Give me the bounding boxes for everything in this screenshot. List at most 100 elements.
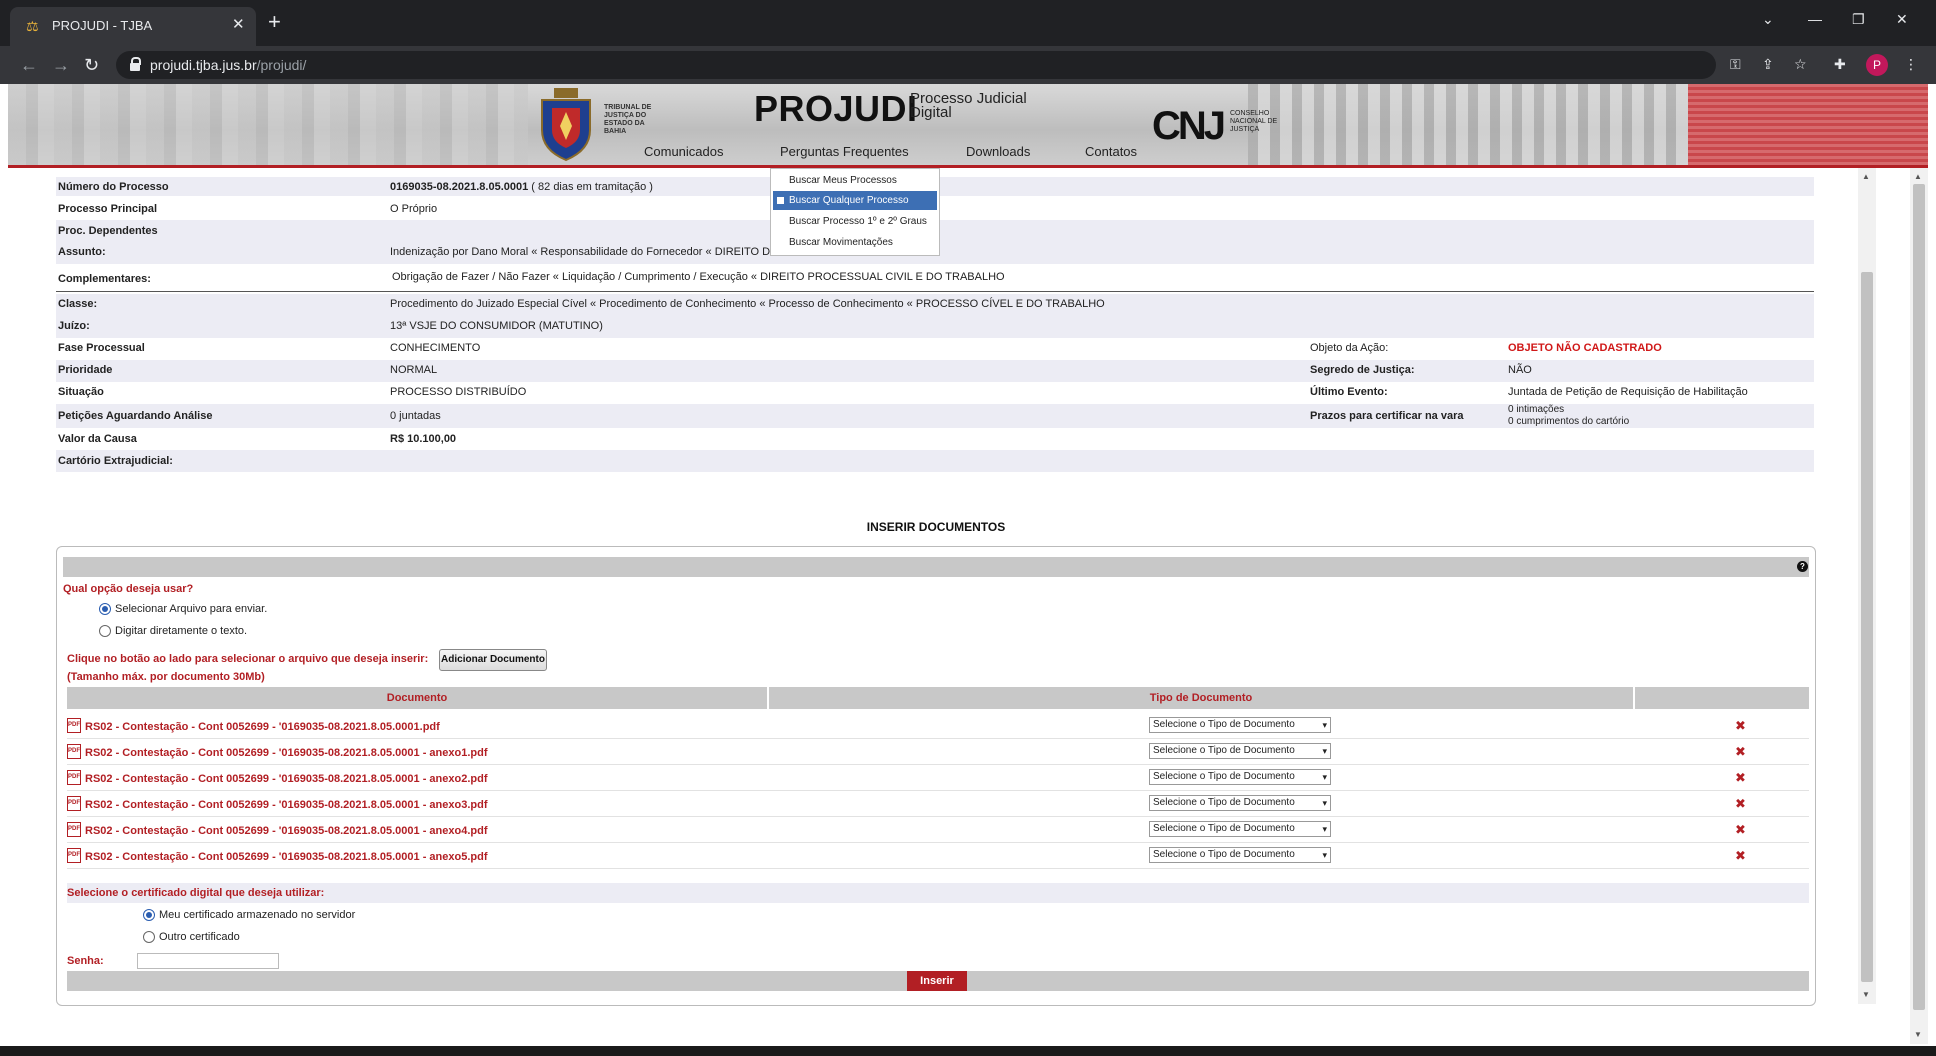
cnj-text: CONSELHO NACIONAL DE JUSTIÇA (1230, 110, 1278, 133)
document-name[interactable]: RS02 - Contestação - Cont 0052699 - '016… (85, 747, 487, 759)
radio-type-text-label: Digitar diretamente o texto. (115, 625, 248, 637)
dropdown-item-buscar-movimentacoes[interactable]: Buscar Movimentações (771, 233, 939, 252)
back-icon[interactable]: ← (20, 55, 38, 75)
browser-tab[interactable]: ⚖ PROJUDI - TJBA ✕ (10, 7, 256, 46)
key-icon[interactable]: ⚿ (1730, 55, 1741, 73)
document-name[interactable]: RS02 - Contestação - Cont 0052699 - '016… (85, 721, 440, 733)
forward-icon[interactable]: → (52, 55, 70, 75)
document-name[interactable]: RS02 - Contestação - Cont 0052699 - '016… (85, 825, 487, 837)
radio-select-file[interactable] (99, 603, 111, 615)
cnj-logo: CNJ (1152, 104, 1226, 148)
row-label: Situação (58, 386, 104, 398)
delete-icon[interactable]: ✖ (1735, 796, 1746, 812)
row-label: Processo Principal (58, 203, 158, 215)
radio-type-text[interactable] (99, 625, 111, 637)
row-value: R$ 10.100,00 (390, 433, 457, 445)
document-name[interactable]: RS02 - Contestação - Cont 0052699 - '016… (85, 851, 487, 863)
document-type-select[interactable]: Selecione o Tipo de Documento ▾ (1149, 821, 1331, 837)
row-value: 0 cumprimentos do cartório (1508, 416, 1630, 427)
omnibox[interactable]: projudi.tjba.jus.br/projudi/ (116, 51, 1716, 79)
close-tab-icon[interactable]: ✕ (232, 16, 245, 34)
insert-button[interactable]: Inserir (907, 971, 967, 991)
dropdown-item-buscar-meus-processos[interactable]: Buscar Meus Processos (771, 171, 939, 190)
kebab-menu-icon[interactable]: ⋮ (1904, 55, 1918, 73)
document-row: PDF RS02 - Contestação - Cont 0052699 - … (67, 765, 1809, 791)
extensions-icon[interactable]: ✚ (1834, 55, 1846, 73)
pdf-file-icon: PDF (67, 718, 81, 733)
inner-scrollbar[interactable]: ▲ ▼ (1858, 168, 1876, 1004)
document-type-select[interactable]: Selecione o Tipo de Documento ▾ (1149, 847, 1331, 863)
row-label: Valor da Causa (58, 433, 137, 445)
delete-icon[interactable]: ✖ (1735, 822, 1746, 838)
process-row: Juízo: 13ª VSJE DO CONSUMIDOR (MATUTINO) (56, 316, 1814, 338)
document-row: PDF RS02 - Contestação - Cont 0052699 - … (67, 817, 1809, 843)
scroll-up-icon[interactable]: ▲ (1914, 172, 1922, 181)
radio-cert-other-label: Outro certificado (159, 931, 240, 943)
dropdown-item-buscar-qualquer-processo[interactable]: Buscar Qualquer Processo (773, 191, 937, 210)
share-icon[interactable]: ⇪ (1762, 55, 1774, 73)
chevron-down-icon: ▾ (1322, 798, 1327, 808)
menu-perguntas-frequentes[interactable]: Perguntas Frequentes (780, 144, 909, 159)
document-row: PDF RS02 - Contestação - Cont 0052699 - … (67, 843, 1809, 869)
reload-icon[interactable]: ↻ (84, 55, 99, 75)
profile-avatar[interactable]: P (1866, 54, 1888, 76)
row-value: O Próprio (390, 203, 438, 215)
add-document-button[interactable]: Adicionar Documento (439, 649, 547, 671)
process-row: Fase Processual CONHECIMENTO Objeto da A… (56, 338, 1814, 360)
header-red-stripes (1688, 84, 1928, 168)
menu-downloads[interactable]: Downloads (966, 144, 1030, 159)
delete-icon[interactable]: ✖ (1735, 718, 1746, 734)
restore-icon[interactable]: ❐ (1852, 10, 1865, 28)
url-text: projudi.tjba.jus.br/projudi/ (150, 57, 307, 73)
row-label: Prioridade (58, 364, 113, 376)
dropdown-item-buscar-processo-graus[interactable]: Buscar Processo 1º e 2º Graus (771, 212, 939, 231)
new-tab-icon[interactable]: + (268, 10, 281, 34)
perguntas-frequentes-dropdown: Buscar Meus Processos Buscar Qualquer Pr… (770, 168, 940, 256)
row-label: Proc. Dependentes (58, 225, 158, 237)
pdf-file-icon: PDF (67, 770, 81, 785)
radio-cert-server[interactable] (143, 909, 155, 921)
radio-select-file-label: Selecionar Arquivo para enviar. (115, 603, 268, 615)
row-value: CONHECIMENTO (390, 342, 481, 354)
row-label: Último Evento: (1310, 386, 1388, 398)
process-number: 0169035-08.2021.8.05.0001 ( 82 dias em t… (390, 181, 653, 193)
menu-comunicados[interactable]: Comunicados (644, 144, 724, 159)
scroll-up-icon[interactable]: ▲ (1862, 172, 1870, 181)
scroll-down-icon[interactable]: ▼ (1914, 1030, 1922, 1039)
row-label: Cartório Extrajudicial: (58, 455, 173, 467)
row-label: Número do Processo (58, 181, 169, 193)
delete-icon[interactable]: ✖ (1735, 848, 1746, 864)
close-window-icon[interactable]: ✕ (1896, 10, 1908, 28)
delete-icon[interactable]: ✖ (1735, 770, 1746, 786)
certificate-question: Selecione o certificado digital que dese… (67, 887, 325, 899)
section-title: INSERIR DOCUMENTOS (866, 520, 1006, 534)
delete-icon[interactable]: ✖ (1735, 744, 1746, 760)
document-type-select[interactable]: Selecione o Tipo de Documento ▾ (1149, 743, 1331, 759)
star-icon[interactable]: ☆ (1794, 55, 1807, 73)
row-label: Juízo: (58, 320, 90, 332)
row-value: NÃO (1508, 364, 1532, 376)
help-icon[interactable]: ? (1797, 561, 1808, 572)
radio-cert-other[interactable] (143, 931, 155, 943)
row-label: Segredo de Justiça: (1310, 364, 1415, 376)
process-row: Petições Aguardando Análise 0 juntadas P… (56, 404, 1814, 428)
document-name[interactable]: RS02 - Contestação - Cont 0052699 - '016… (85, 799, 487, 811)
document-type-select[interactable]: Selecione o Tipo de Documento ▾ (1149, 795, 1331, 811)
minimize-icon[interactable]: — (1808, 10, 1822, 28)
column-header-document-type: Tipo de Documento (769, 687, 1633, 709)
password-input[interactable] (137, 953, 279, 969)
document-type-select[interactable]: Selecione o Tipo de Documento ▾ (1149, 769, 1331, 785)
scroll-down-icon[interactable]: ▼ (1862, 990, 1870, 999)
row-value: 0 juntadas (390, 410, 441, 422)
form-header-bar (63, 557, 1809, 577)
menu-contatos[interactable]: Contatos (1085, 144, 1137, 159)
pdf-file-icon: PDF (67, 848, 81, 863)
process-row: Situação PROCESSO DISTRIBUÍDO Último Eve… (56, 382, 1814, 404)
row-value: OBJETO NÃO CADASTRADO (1508, 342, 1662, 354)
tab-search-icon[interactable]: ⌄ (1762, 10, 1774, 28)
document-type-select[interactable]: Selecione o Tipo de Documento ▾ (1149, 717, 1331, 733)
scroll-thumb[interactable] (1913, 184, 1925, 1010)
scroll-thumb[interactable] (1861, 272, 1873, 982)
page-scrollbar[interactable]: ▲ ▼ (1910, 168, 1928, 1044)
document-name[interactable]: RS02 - Contestação - Cont 0052699 - '016… (85, 773, 487, 785)
